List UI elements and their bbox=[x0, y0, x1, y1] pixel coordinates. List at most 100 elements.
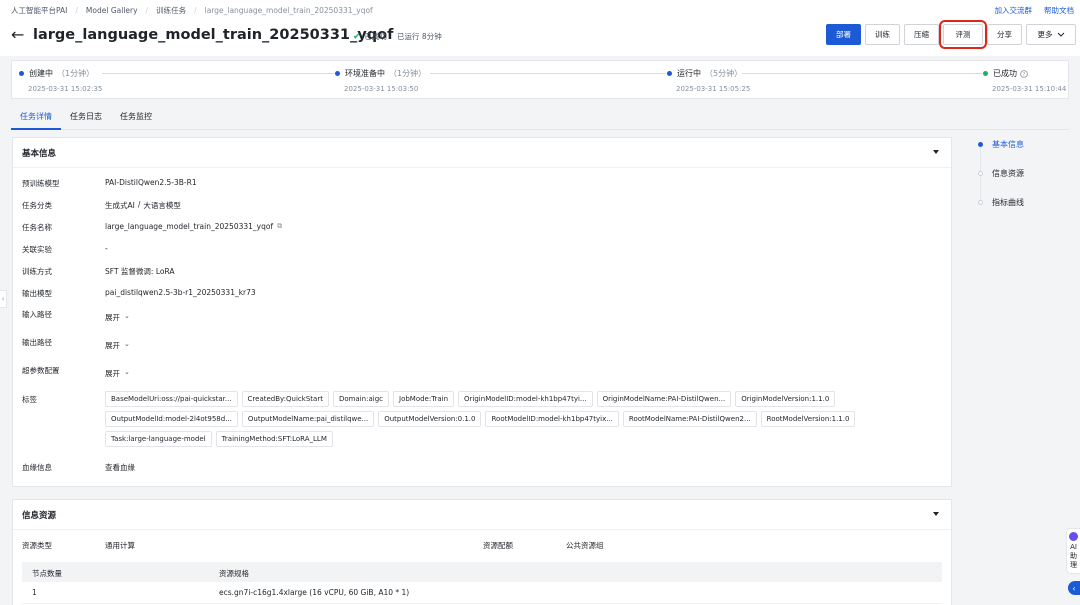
resource-spec-cell: ecs.gn7i-c16g1.4xlarge (16 vCPU, 60 GiB,… bbox=[219, 588, 410, 597]
field-pretrained-model: 预训练模型 PAI-DistilQwen2.5-3B-R1 bbox=[22, 178, 197, 189]
tag: OutputModelName:pai_distilqwe... bbox=[241, 411, 375, 427]
community-link[interactable]: 加入交流群 bbox=[995, 5, 1033, 16]
step-label: 已成功 bbox=[993, 69, 1017, 78]
step-connector bbox=[102, 73, 334, 74]
chevron-down-icon bbox=[1057, 32, 1064, 37]
field-output-model: 输出模型 pai_distilqwen2.5-3b-r1_20250331_kr… bbox=[22, 288, 256, 299]
tag: OriginModelVersion:1.1.0 bbox=[735, 391, 836, 407]
breadcrumb-separator: / bbox=[194, 6, 197, 15]
field-label: 任务名称 bbox=[22, 223, 52, 232]
page-title: large_language_model_train_20250331_yqof bbox=[33, 27, 394, 43]
experiment-value: - bbox=[105, 244, 108, 253]
ai-label-3: 理 bbox=[1070, 561, 1077, 569]
field-label: 关联实验 bbox=[22, 245, 52, 254]
hyperparams-expand[interactable]: 展开 bbox=[105, 368, 120, 379]
deploy-button[interactable]: 部署 bbox=[826, 24, 861, 45]
field-output-path: 输出路径 展开 ⌄ bbox=[22, 337, 130, 351]
field-tags: 标签 bbox=[22, 394, 105, 405]
more-button-label: 更多 bbox=[1037, 30, 1053, 39]
share-button[interactable]: 分享 bbox=[987, 24, 1022, 45]
basic-info-header[interactable]: 基本信息 bbox=[13, 138, 951, 168]
resource-type-value: 通用计算 bbox=[105, 541, 135, 550]
chevron-down-icon[interactable]: ⌄ bbox=[124, 312, 130, 323]
breadcrumb-item-pai[interactable]: 人工智能平台PAI bbox=[11, 5, 67, 16]
ai-label-1: AI bbox=[1070, 543, 1077, 551]
tab-task-log[interactable]: 任务日志 bbox=[61, 106, 111, 129]
anchor-label: 基本信息 bbox=[992, 140, 1024, 149]
tag: CreatedBy:QuickStart bbox=[241, 391, 329, 407]
field-label: 输出路径 bbox=[22, 338, 52, 347]
resource-type-label: 资源类型 bbox=[22, 541, 52, 550]
step-dot bbox=[19, 71, 24, 76]
back-arrow-icon[interactable]: ← bbox=[11, 26, 24, 44]
view-lineage-link[interactable]: 查看血缘 bbox=[105, 462, 135, 473]
tag: OriginModelID:model-kh1bp47tyi... bbox=[458, 391, 593, 407]
copy-icon[interactable]: ⧉ bbox=[277, 222, 282, 233]
tag: RootModelID:model-kh1bp47tyix... bbox=[485, 411, 619, 427]
ai-assistant-widget[interactable]: AI 助 理 bbox=[1066, 528, 1080, 574]
card-title: 信息资源 bbox=[22, 510, 57, 521]
chevron-down-icon[interactable]: ⌄ bbox=[124, 340, 130, 351]
field-task-name: 任务名称 large_language_model_train_20250331… bbox=[22, 222, 282, 233]
category-subvalue: 大语言模型 bbox=[143, 201, 181, 210]
field-hyperparams: 超参数配置 展开 ⌄ bbox=[22, 365, 130, 379]
header-actions: 部署 训练 压缩 评测 分享 更多 bbox=[826, 20, 1076, 49]
field-label: 超参数配置 bbox=[22, 366, 60, 375]
job-status: ✔ 已成功 已运行 8分钟 bbox=[353, 31, 442, 42]
input-path-expand[interactable]: 展开 bbox=[105, 312, 120, 323]
breadcrumb-item-model-gallery[interactable]: Model Gallery bbox=[86, 6, 138, 15]
category-divider: / bbox=[137, 200, 141, 209]
breadcrumb-separator: / bbox=[75, 6, 78, 15]
train-button[interactable]: 训练 bbox=[865, 24, 900, 45]
field-label: 任务分类 bbox=[22, 201, 52, 210]
step-connector bbox=[742, 73, 982, 74]
tab-task-detail[interactable]: 任务详情 bbox=[11, 106, 61, 130]
check-icon: ✔ bbox=[353, 31, 361, 42]
status-badge: 已成功 bbox=[364, 32, 388, 41]
breadcrumb-item-training-jobs[interactable]: 训练任务 bbox=[156, 5, 186, 16]
step-dot bbox=[335, 71, 340, 76]
step-time: 2025-03-31 15:02:35 bbox=[28, 85, 103, 93]
chevron-down-icon[interactable]: ⌄ bbox=[124, 368, 130, 379]
step-time: 2025-03-31 15:10:44 bbox=[992, 85, 1067, 93]
field-input-path: 输入路径 展开 ⌄ bbox=[22, 309, 130, 323]
step-label: 创建中 bbox=[29, 69, 53, 78]
resources-header[interactable]: 信息资源 bbox=[13, 500, 951, 530]
output-path-expand[interactable]: 展开 bbox=[105, 340, 120, 351]
chevron-left-icon[interactable]: ‹ bbox=[1068, 581, 1080, 595]
evaluate-button[interactable]: 评测 bbox=[939, 20, 987, 49]
field-label: 血缘信息 bbox=[22, 463, 52, 472]
more-button[interactable]: 更多 bbox=[1026, 24, 1076, 45]
anchor-resources[interactable]: 信息资源 bbox=[978, 168, 1024, 179]
field-label: 训练方式 bbox=[22, 267, 52, 276]
anchor-label: 指标曲线 bbox=[992, 198, 1024, 207]
detail-tabs: 任务详情 任务日志 任务监控 bbox=[11, 106, 1069, 130]
compress-button[interactable]: 压缩 bbox=[904, 24, 939, 45]
step-running: 运行中 （5分钟） 2025-03-31 15:05:25 bbox=[667, 68, 750, 93]
pretrained-model-link[interactable]: PAI-DistilQwen2.5-3B-R1 bbox=[105, 178, 197, 189]
step-succeeded: 已成功 ? 2025-03-31 15:10:44 bbox=[983, 68, 1066, 93]
tag: Task:large-language-model bbox=[105, 431, 212, 447]
resource-quota-label: 资源配额 bbox=[483, 541, 513, 550]
resource-quota-value: 公共资源组 bbox=[566, 541, 604, 550]
caret-down-icon[interactable] bbox=[933, 150, 939, 154]
category-value: 生成式AI bbox=[105, 201, 135, 210]
column-header: 节点数量 bbox=[32, 569, 62, 578]
column-header: 资源规格 bbox=[219, 569, 249, 578]
caret-down-icon[interactable] bbox=[933, 512, 939, 516]
step-label: 运行中 bbox=[677, 69, 701, 78]
output-model-link[interactable]: pai_distilqwen2.5-3b-r1_20250331_kr73 bbox=[105, 288, 256, 299]
tab-task-monitor[interactable]: 任务监控 bbox=[111, 106, 161, 129]
step-env-prep: 环境准备中 （1分钟） 2025-03-31 15:03:50 bbox=[335, 68, 426, 93]
table-row: 1 ecs.gn7i-c16g1.4xlarge (16 vCPU, 60 Gi… bbox=[22, 582, 942, 604]
anchor-basic-info[interactable]: 基本信息 bbox=[978, 139, 1024, 150]
breadcrumb-separator: / bbox=[145, 6, 149, 15]
job-progress-steps: 创建中 （1分钟） 2025-03-31 15:02:35 环境准备中 （1分钟） … bbox=[11, 60, 1069, 99]
top-links: 加入交流群 帮助文档 bbox=[995, 5, 1075, 16]
tag: JobMode:Train bbox=[393, 391, 455, 407]
help-circle-icon[interactable]: ? bbox=[1020, 69, 1028, 78]
sidebar-collapse-handle[interactable]: ‹ bbox=[0, 290, 7, 308]
docs-link[interactable]: 帮助文档 bbox=[1044, 5, 1074, 16]
anchor-label: 信息资源 bbox=[992, 169, 1024, 178]
anchor-metrics[interactable]: 指标曲线 bbox=[978, 197, 1024, 208]
